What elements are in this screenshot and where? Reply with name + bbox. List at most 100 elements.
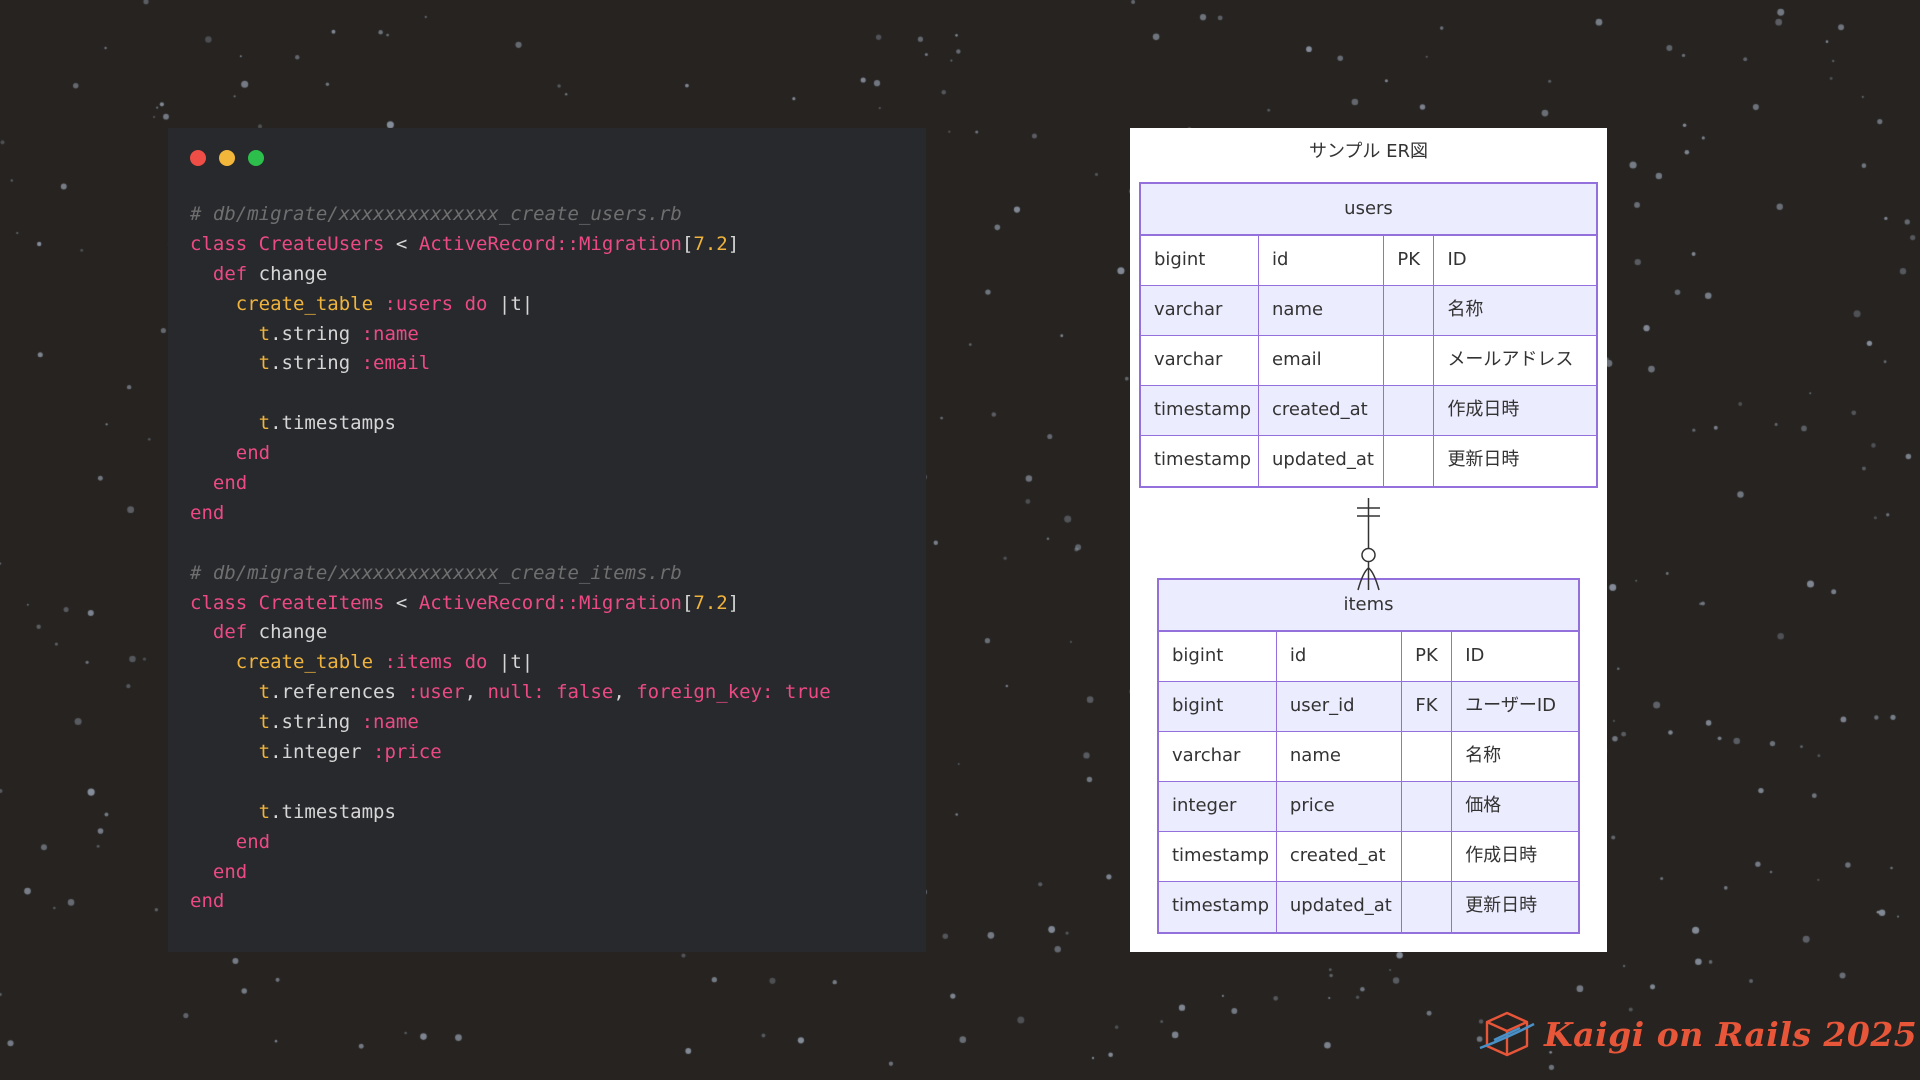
code-token: class <box>190 232 259 255</box>
kaigi-on-rails-logo: Kaigi on Rails 2025 <box>1478 1010 1917 1058</box>
code-token: :name <box>361 322 419 345</box>
code-token: :email <box>361 352 431 375</box>
code-token: < <box>384 591 419 614</box>
code-token: :user <box>407 681 465 704</box>
code-token: do <box>453 651 499 674</box>
code-token: create_table <box>235 292 385 315</box>
code-token: create_table <box>235 651 385 674</box>
code-line: t.timestamps <box>190 409 831 439</box>
code-token: t <box>258 352 271 375</box>
code-line: class CreateItems < ActiveRecord::Migrat… <box>190 589 831 619</box>
code-line: end <box>190 828 831 858</box>
code-token: CreateUsers <box>258 232 385 255</box>
code-token: # db/migrate/xxxxxxxxxxxxxx_create_users… <box>190 203 682 225</box>
code-token: t <box>258 800 271 823</box>
code-token: :items <box>384 651 454 674</box>
close-dot <box>190 150 206 166</box>
window-controls <box>190 150 264 166</box>
code-token: true <box>773 681 831 704</box>
er-diagram: サンプル ER図 users bigint id PK ID varchar name 名称 v… <box>1130 128 1607 952</box>
code-window: # db/migrate/xxxxxxxxxxxxxx_create_users… <box>168 128 926 952</box>
code-line: t.references :user, null: false, foreign… <box>190 678 831 708</box>
code-token: t <box>258 711 271 734</box>
code-line: create_table :users do |t| <box>190 290 831 320</box>
code-token: .integer <box>270 741 374 764</box>
code-token: false <box>544 681 614 704</box>
code-token: t <box>258 322 271 345</box>
code-token: end <box>235 830 271 853</box>
code-token: .string <box>270 711 362 734</box>
code-token: , <box>613 681 637 704</box>
code-token: [ <box>681 232 694 255</box>
code-token: [ <box>681 591 694 614</box>
code-token: , <box>464 681 488 704</box>
code-token: end <box>235 442 271 465</box>
code-block: # db/migrate/xxxxxxxxxxxxxx_create_users… <box>190 200 831 917</box>
code-token: end <box>212 472 248 495</box>
code-line: end <box>190 469 831 499</box>
code-line: end <box>190 858 831 888</box>
maximize-dot <box>248 150 264 166</box>
code-token: do <box>453 292 499 315</box>
code-token: t <box>258 741 271 764</box>
code-token: .timestamps <box>270 800 396 823</box>
code-token: CreateItems <box>258 591 385 614</box>
minimize-dot <box>219 150 235 166</box>
code-line: def change <box>190 260 831 290</box>
code-line: t.integer :price <box>190 738 831 768</box>
code-token: ActiveRecord::Migration <box>418 232 682 255</box>
code-token: class <box>190 591 259 614</box>
code-token: ActiveRecord::Migration <box>418 591 682 614</box>
code-token: t <box>258 681 271 704</box>
code-line: def change <box>190 618 831 648</box>
code-token: < <box>384 232 419 255</box>
code-token: :users <box>384 292 454 315</box>
code-line: end <box>190 887 831 917</box>
code-line: t.string :email <box>190 349 831 379</box>
code-line: class CreateUsers < ActiveRecord::Migrat… <box>190 230 831 260</box>
relationship-connector <box>1357 498 1380 591</box>
code-token: change <box>258 621 328 644</box>
code-line: create_table :items do |t| <box>190 648 831 678</box>
hexagon-gem-icon <box>1479 1011 1535 1057</box>
code-line: end <box>190 439 831 469</box>
code-token: :price <box>373 741 442 764</box>
code-token: ] <box>727 232 740 255</box>
code-token: .timestamps <box>270 412 396 435</box>
code-token: .string <box>270 352 362 375</box>
code-line: # db/migrate/xxxxxxxxxxxxxx_create_items… <box>190 559 831 589</box>
code-token: |t| <box>498 651 534 674</box>
logo-text: Kaigi on Rails 2025 <box>1544 1014 1918 1054</box>
code-token: end <box>190 501 225 524</box>
code-token: def <box>212 262 259 285</box>
code-token: t <box>258 412 271 435</box>
zero-marker-circle <box>1361 547 1376 563</box>
code-token: ] <box>727 591 740 614</box>
code-token: change <box>258 262 328 285</box>
code-token: :name <box>361 711 419 734</box>
code-line: t.string :name <box>190 708 831 738</box>
code-line: end <box>190 499 831 529</box>
code-token: 7.2 <box>693 232 728 255</box>
code-token: |t| <box>498 292 534 315</box>
code-token: end <box>212 860 248 883</box>
code-token: # db/migrate/xxxxxxxxxxxxxx_create_items… <box>190 561 682 584</box>
code-token: foreign_key: <box>636 681 774 704</box>
code-token: .references <box>270 681 408 704</box>
